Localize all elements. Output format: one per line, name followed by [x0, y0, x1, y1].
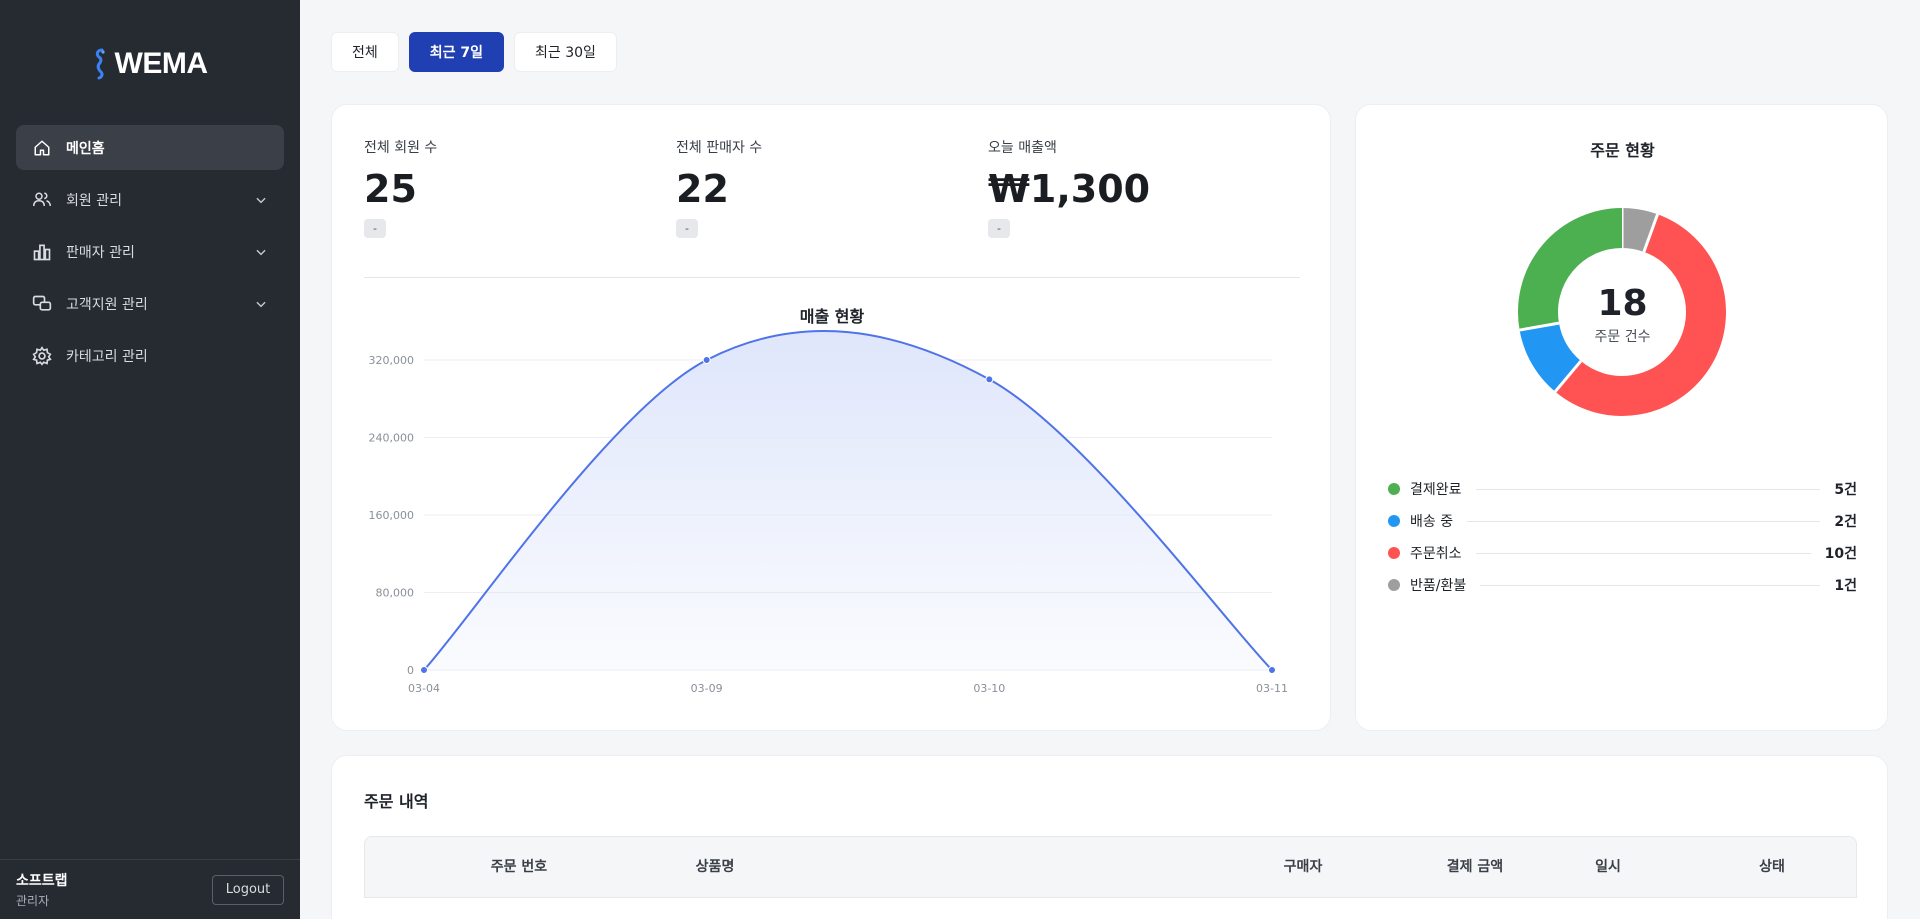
sidebar-item-sellers[interactable]: 판매자 관리: [16, 229, 284, 274]
legend-dot: [1388, 515, 1400, 527]
user-name: 소프트랩: [16, 873, 68, 889]
data-point: [985, 375, 994, 384]
legend-count: 2건: [1834, 514, 1857, 530]
y-tick-label: 240,000: [369, 432, 415, 445]
sidebar-footer: 소프트랩 관리자 Logout: [0, 859, 300, 919]
brand-name: WEMA: [114, 47, 208, 80]
orders-card: 주문 내역 주문 번호 상품명 구매자 결제 금액 일시 상태: [331, 755, 1888, 919]
home-icon: [32, 138, 52, 158]
users-icon: [32, 190, 52, 210]
chat-icon: [32, 294, 52, 314]
legend-row: 결제완료 5건: [1388, 473, 1857, 505]
sidebar-item-label: 판매자 관리: [66, 244, 135, 261]
legend-count: 5건: [1834, 482, 1857, 498]
sidebar-item-label: 회원 관리: [66, 192, 122, 209]
sidebar-item-members[interactable]: 회원 관리: [16, 177, 284, 222]
column-header-order-number[interactable]: 주문 번호: [491, 837, 547, 897]
tab-last-30-days[interactable]: 최근 30일: [514, 32, 617, 72]
order-status-legend: 결제완료 5건 배송 중 2건 주문취소 10건 반품/환불 1건: [1388, 473, 1857, 601]
column-header-product-name[interactable]: 상품명: [696, 837, 735, 897]
sidebar-nav: 메인홈 회원 관리 판매자 관리 고객지원 관리 카테고리 관리: [16, 125, 284, 385]
chevron-down-icon: [256, 249, 266, 255]
y-tick-label: 0: [407, 664, 414, 677]
chevron-down-icon: [256, 197, 266, 203]
x-tick-label: 03-11: [1256, 682, 1288, 695]
legend-row: 주문취소 10건: [1388, 537, 1857, 569]
sidebar: WEMA 메인홈 회원 관리 판매자 관리 고객지원 관리 카테고리 관리 소프…: [0, 0, 300, 919]
legend-dot: [1388, 547, 1400, 559]
orders-title: 주문 내역: [364, 792, 429, 811]
chevron-down-icon: [256, 301, 266, 307]
bar-chart-icon: [32, 242, 52, 262]
brand-logo[interactable]: WEMA: [0, 44, 300, 84]
x-tick-label: 03-10: [973, 682, 1005, 695]
period-filter-tabs: 전체 최근 7일 최근 30일: [331, 32, 617, 72]
user-role: 관리자: [16, 894, 50, 908]
legend-dot: [1388, 483, 1400, 495]
sidebar-item-home[interactable]: 메인홈: [16, 125, 284, 170]
sidebar-item-support[interactable]: 고객지원 관리: [16, 281, 284, 326]
donut-center: 18 주문 건수: [1356, 283, 1889, 346]
donut-slice: [1621, 208, 1658, 253]
data-point: [702, 356, 711, 364]
logout-button[interactable]: Logout: [212, 874, 284, 905]
order-status-card: 주문 현황 18 주문 건수 결제완료 5건 배송 중 2건 주문취소 10건 …: [1355, 104, 1888, 731]
order-status-donut: [1518, 208, 1726, 416]
sidebar-item-categories[interactable]: 카테고리 관리: [16, 333, 284, 378]
legend-leader-line: [1480, 584, 1821, 586]
legend-row: 반품/환불 1건: [1388, 569, 1857, 601]
y-tick-label: 80,000: [376, 587, 415, 600]
sales-area-fill: [424, 330, 1272, 670]
data-point: [1268, 666, 1276, 674]
seahorse-logo-icon: [95, 48, 105, 80]
tab-all[interactable]: 전체: [331, 32, 399, 72]
sales-chart: 0 80,000 160,000 240,000 320,000 03-04 03-09 03…: [369, 330, 1288, 695]
stats-card: 전체 회원 수 25 - 전체 판매자 수 22 - 오늘 매출액 ₩1,300…: [331, 104, 1331, 731]
y-tick-label: 160,000: [369, 509, 415, 522]
y-tick-label: 320,000: [369, 354, 415, 367]
legend-label: 반품/환불: [1410, 578, 1467, 594]
x-tick-label: 03-04: [408, 682, 440, 695]
sidebar-item-label: 고객지원 관리: [66, 296, 148, 313]
gear-icon: [32, 345, 52, 366]
user-info: 소프트랩 관리자: [16, 870, 212, 909]
column-header-payment-amount[interactable]: 결제 금액: [1447, 837, 1503, 897]
x-tick-label: 03-09: [691, 682, 723, 695]
legend-leader-line: [1467, 520, 1821, 522]
sidebar-item-label: 메인홈: [66, 140, 105, 157]
tab-last-7-days[interactable]: 최근 7일: [408, 32, 505, 72]
legend-count: 10건: [1824, 546, 1857, 562]
legend-leader-line: [1475, 488, 1821, 490]
legend-count: 1건: [1834, 578, 1857, 594]
column-header-buyer[interactable]: 구매자: [1284, 837, 1323, 897]
orders-table-header: 주문 번호 상품명 구매자 결제 금액 일시 상태: [364, 836, 1857, 898]
data-point: [420, 666, 428, 674]
legend-label: 결제완료: [1410, 482, 1462, 498]
sidebar-item-label: 카테고리 관리: [66, 348, 148, 365]
column-header-datetime[interactable]: 일시: [1595, 837, 1621, 897]
legend-label: 주문취소: [1410, 546, 1462, 562]
legend-dot: [1388, 579, 1400, 591]
column-header-status[interactable]: 상태: [1759, 837, 1785, 897]
order-total-count: 18: [1597, 283, 1648, 324]
legend-row: 배송 중 2건: [1388, 505, 1857, 537]
order-total-label: 주문 건수: [1594, 329, 1651, 345]
legend-label: 배송 중: [1410, 514, 1454, 530]
legend-leader-line: [1475, 552, 1811, 554]
